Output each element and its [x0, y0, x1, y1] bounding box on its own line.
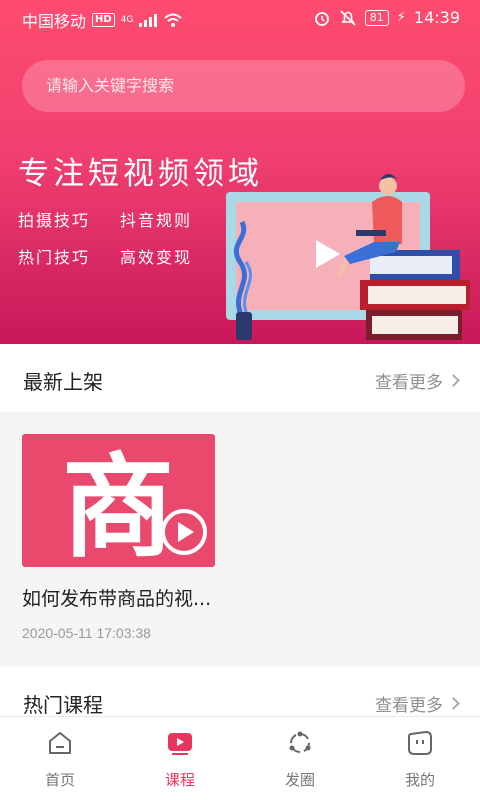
shop-logo-icon: 商: [62, 443, 207, 567]
hero-banner: 中国移动 HD 4G 81 ⚡ 14:39 请输入关键字搜索 专注短视频领域 拍…: [0, 0, 480, 344]
search-input[interactable]: 请输入关键字搜索: [22, 60, 465, 112]
hd-badge: HD: [92, 13, 115, 27]
view-more-label: 查看更多: [375, 373, 443, 393]
latest-course-list: 商 如何发布带商品的视... 2020-05-11 17:03:38: [0, 412, 480, 667]
clock: 14:39: [413, 8, 460, 27]
alarm-icon: [314, 11, 329, 26]
hero-illustration: [226, 174, 470, 340]
tab-share[interactable]: 发圈: [240, 717, 360, 800]
course-play-icon: [168, 733, 192, 755]
carrier-label: 中国移动: [22, 12, 87, 31]
course-date: 2020-05-11 17:03:38: [22, 625, 151, 641]
hero-tag: 抖音规则: [120, 211, 193, 230]
tab-label: 发圈: [284, 771, 315, 789]
signal-icon: [139, 13, 158, 27]
status-bar: 中国移动 HD 4G 81 ⚡ 14:39: [0, 0, 480, 36]
battery-indicator: 81: [364, 9, 389, 26]
mute-bell-icon: [340, 9, 356, 26]
tab-label: 课程: [164, 771, 195, 789]
tab-label: 我的: [404, 771, 435, 789]
share-circle-icon: [289, 731, 311, 753]
home-icon: [49, 732, 71, 754]
network-label: 4G: [120, 14, 134, 25]
view-more-link[interactable]: 查看更多: [375, 368, 460, 393]
chevron-right-icon: [447, 374, 460, 387]
latest-section-header: 最新上架 查看更多: [0, 344, 480, 412]
charging-icon: ⚡: [396, 10, 406, 25]
tab-label: 首页: [44, 771, 75, 789]
course-title[interactable]: 如何发布带商品的视...: [22, 584, 211, 611]
hero-tag: 拍摄技巧: [18, 211, 91, 230]
wifi-icon: [164, 13, 183, 27]
hero-tag: 热门技巧: [18, 248, 91, 267]
section-title: 热门课程: [23, 693, 103, 717]
view-more-label: 查看更多: [375, 696, 443, 716]
profile-icon: [408, 730, 432, 755]
hero-tag: 高效变现: [120, 248, 193, 267]
view-more-link[interactable]: 查看更多: [375, 691, 460, 716]
section-title: 最新上架: [23, 370, 103, 394]
tab-course[interactable]: 课程: [120, 717, 240, 800]
tab-profile[interactable]: 我的: [360, 717, 480, 800]
tab-home[interactable]: 首页: [0, 717, 120, 800]
bottom-tab-bar: 首页 课程 发圈 我的: [0, 716, 480, 800]
course-thumbnail[interactable]: 商: [22, 434, 215, 567]
chevron-right-icon: [447, 697, 460, 710]
svg-text:商: 商: [62, 443, 174, 567]
